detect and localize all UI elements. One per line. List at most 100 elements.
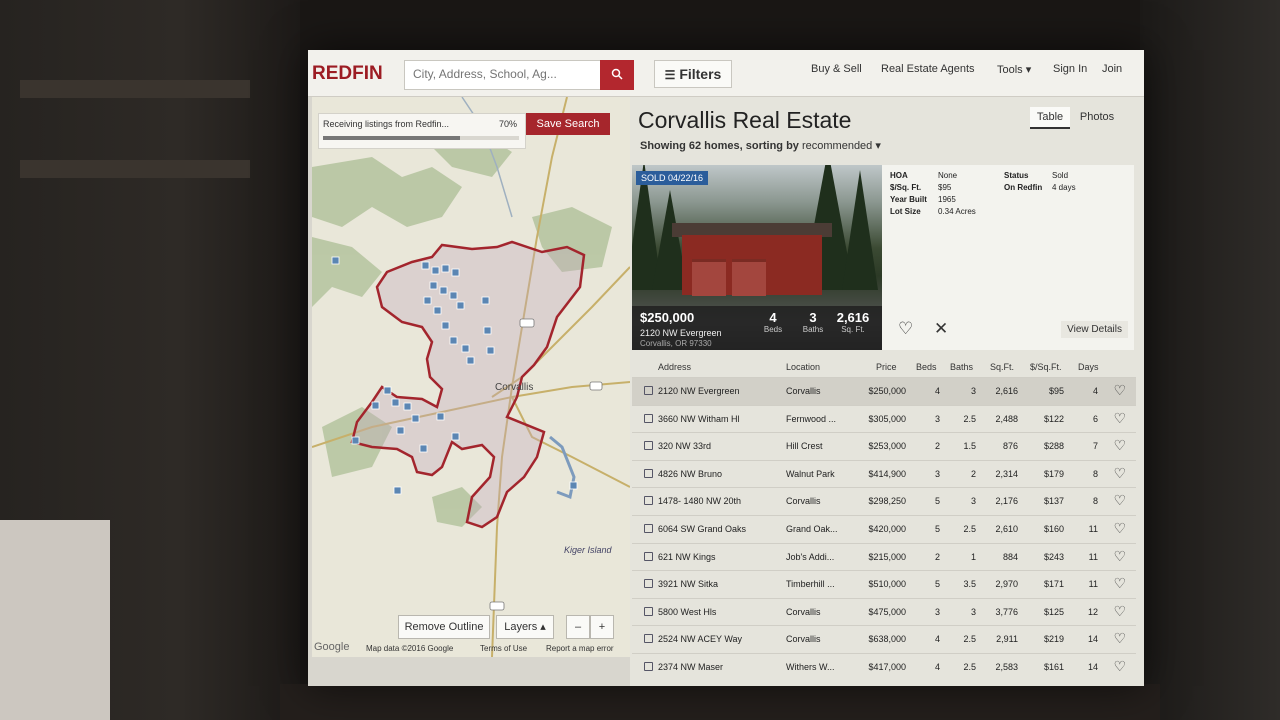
cell-price: $253,000	[868, 441, 906, 452]
map-canvas[interactable]	[312, 97, 630, 657]
cell-address[interactable]: 5800 West Hls	[658, 607, 716, 617]
filters-button[interactable]: ☰ Filters	[654, 60, 732, 88]
cell-price: $215,000	[868, 551, 906, 562]
cell-price: $250,000	[868, 386, 906, 396]
favorite-heart-icon[interactable]: ♡	[1113, 520, 1126, 537]
nav-real-estate-agents[interactable]: Real Estate Agents	[881, 63, 975, 75]
cell-price-per-sqft: $243	[1043, 551, 1064, 562]
table-row[interactable]: 2374 NW Maser Withers W... $417,000 4 2.5 2,5…	[632, 652, 1136, 681]
listing-type-icon	[644, 441, 653, 451]
cell-baths: 2.5	[963, 523, 976, 534]
cell-days: 14	[1087, 661, 1098, 672]
listing-type-icon	[644, 579, 653, 589]
search-input[interactable]	[405, 61, 601, 87]
cell-days: 6	[1092, 413, 1098, 424]
table-row[interactable]: 1478- 1480 NW 20th Corvallis $298,250 5 3 2,1…	[632, 487, 1136, 515]
table-row[interactable]: 6064 SW Grand Oaks Grand Oak... $420,000 5 2…	[632, 514, 1136, 543]
cell-price-per-sqft: $171	[1043, 579, 1064, 590]
cell-price: $298,250	[868, 496, 906, 507]
cell-address[interactable]: 320 NW 33rd	[658, 441, 711, 451]
tree-shape	[842, 170, 878, 290]
table-row[interactable]: 5800 West Hls Corvallis $475,000 3 3 3,776 $12…	[632, 597, 1136, 626]
cell-address[interactable]: 2120 NW Evergreen	[658, 386, 740, 396]
column-header-sqft[interactable]: Sq.Ft.	[990, 362, 1014, 372]
room-background-right	[1140, 0, 1280, 720]
remove-outline-button[interactable]: Remove Outline	[398, 615, 490, 639]
cell-days: 8	[1092, 468, 1098, 479]
baths-stat: 3 Baths	[802, 310, 824, 334]
redfin-logo[interactable]: REDFIN	[312, 63, 383, 85]
cell-address[interactable]: 4826 NW Bruno	[658, 469, 722, 479]
column-header-price-per-sqft[interactable]: $/Sq.Ft.	[1030, 362, 1062, 372]
favorite-heart-icon[interactable]: ♡	[1113, 437, 1126, 454]
cell-address[interactable]: 3921 NW Sitka	[658, 579, 718, 589]
cell-baths: 2.5	[963, 413, 976, 424]
view-toggle-photos[interactable]: Photos	[1074, 107, 1120, 127]
report-map-error-link[interactable]: Report a map error	[546, 644, 614, 653]
listing-type-icon	[644, 413, 653, 423]
listing-type-icon	[644, 523, 653, 533]
column-header-days[interactable]: Days	[1078, 362, 1099, 372]
table-row[interactable]: 3921 NW Sitka Timberhill ... $510,000 5 3.5 2…	[632, 570, 1136, 598]
table-row[interactable]: 2120 NW Evergreen Corvallis $250,000 4 3 2,61…	[632, 377, 1136, 405]
cell-address[interactable]: 2374 NW Maser	[658, 662, 723, 672]
hoa-detail: HOA None	[890, 171, 958, 180]
map-panel[interactable]: Receiving listings from Redfin... 70% Sa…	[312, 97, 630, 657]
terms-link[interactable]: Terms of Use	[480, 644, 527, 653]
favorite-heart-icon[interactable]: ♡	[1113, 603, 1126, 620]
view-toggle-table[interactable]: Table	[1030, 107, 1070, 129]
zoom-out-button[interactable]: –	[566, 615, 590, 639]
nav-join[interactable]: Join	[1102, 63, 1122, 75]
view-details-button[interactable]: View Details	[1061, 321, 1128, 338]
column-header-beds[interactable]: Beds	[916, 362, 937, 372]
cell-beds: 3	[934, 468, 940, 479]
column-header-price[interactable]: Price	[876, 362, 897, 372]
table-row[interactable]: 2524 NW ACEY Way Corvallis $638,000 4 2.5 2,9…	[632, 625, 1136, 653]
loading-bar	[323, 136, 519, 140]
sort-dropdown[interactable]: recommended ▾	[802, 140, 881, 152]
cell-location: Grand Oak...	[786, 523, 838, 534]
listing-type-icon	[644, 468, 653, 478]
cell-days: 12	[1087, 606, 1098, 617]
column-header-address[interactable]: Address	[658, 362, 691, 372]
nav-sign-in[interactable]: Sign In	[1053, 63, 1087, 75]
table-row[interactable]: 320 NW 33rd Hill Crest $253,000 2 1.5 876 $288…	[632, 432, 1136, 460]
column-header-location[interactable]: Location	[786, 362, 820, 372]
favorite-heart-icon[interactable]: ♡	[1113, 465, 1126, 482]
beds-stat: 4 Beds	[763, 310, 783, 334]
cell-sqft: 2,176	[995, 496, 1018, 507]
floor-shadow	[280, 684, 1160, 720]
table-row[interactable]: 621 NW Kings Job's Addi... $215,000 2 1 884 $2…	[632, 542, 1136, 571]
favorite-heart-icon[interactable]: ♡	[1113, 492, 1126, 509]
cell-address[interactable]: 3660 NW Witham Hl	[658, 414, 740, 424]
listing-type-icon	[644, 551, 653, 561]
favorite-heart-icon[interactable]: ♡	[1113, 575, 1126, 592]
favorite-heart-icon[interactable]: ♡	[898, 319, 913, 339]
dismiss-x-icon[interactable]: ✕	[934, 319, 948, 339]
save-search-button[interactable]: Save Search	[526, 113, 610, 135]
cell-price-per-sqft: $179	[1043, 468, 1064, 479]
table-row[interactable]: 3660 NW Witham Hl Fernwood ... $305,000 3 2.…	[632, 404, 1136, 433]
favorite-heart-icon[interactable]: ♡	[1113, 630, 1126, 647]
cell-address[interactable]: 1478- 1480 NW 20th	[658, 496, 741, 506]
table-row[interactable]: 4826 NW Bruno Walnut Park $414,900 3 2 2,314 $…	[632, 459, 1136, 488]
nav-tools[interactable]: Tools ▾	[997, 63, 1031, 76]
favorite-heart-icon[interactable]: ♡	[1113, 548, 1126, 565]
favorite-heart-icon[interactable]: ♡	[1113, 382, 1126, 399]
zoom-in-button[interactable]: +	[590, 615, 614, 639]
column-header-baths[interactable]: Baths	[950, 362, 973, 372]
cell-address[interactable]: 6064 SW Grand Oaks	[658, 524, 746, 534]
search-field[interactable]	[404, 60, 602, 90]
favorite-heart-icon[interactable]: ♡	[1113, 658, 1126, 675]
search-button[interactable]	[600, 60, 634, 90]
layers-button[interactable]: Layers ▴	[496, 615, 554, 639]
cell-address[interactable]: 621 NW Kings	[658, 552, 716, 562]
cell-address[interactable]: 2524 NW ACEY Way	[658, 634, 742, 644]
nav-buy-sell[interactable]: Buy & Sell	[811, 63, 862, 75]
listing-price: $250,000	[640, 310, 695, 325]
featured-listing-card[interactable]: SOLD 04/22/16 $250,000 2120 NW Evergreen…	[632, 165, 1134, 350]
cell-baths: 3	[970, 606, 976, 617]
cell-sqft: 2,488	[995, 413, 1018, 424]
favorite-heart-icon[interactable]: ♡	[1113, 410, 1126, 427]
listing-photo[interactable]: SOLD 04/22/16 $250,000 2120 NW Evergreen…	[632, 165, 882, 350]
